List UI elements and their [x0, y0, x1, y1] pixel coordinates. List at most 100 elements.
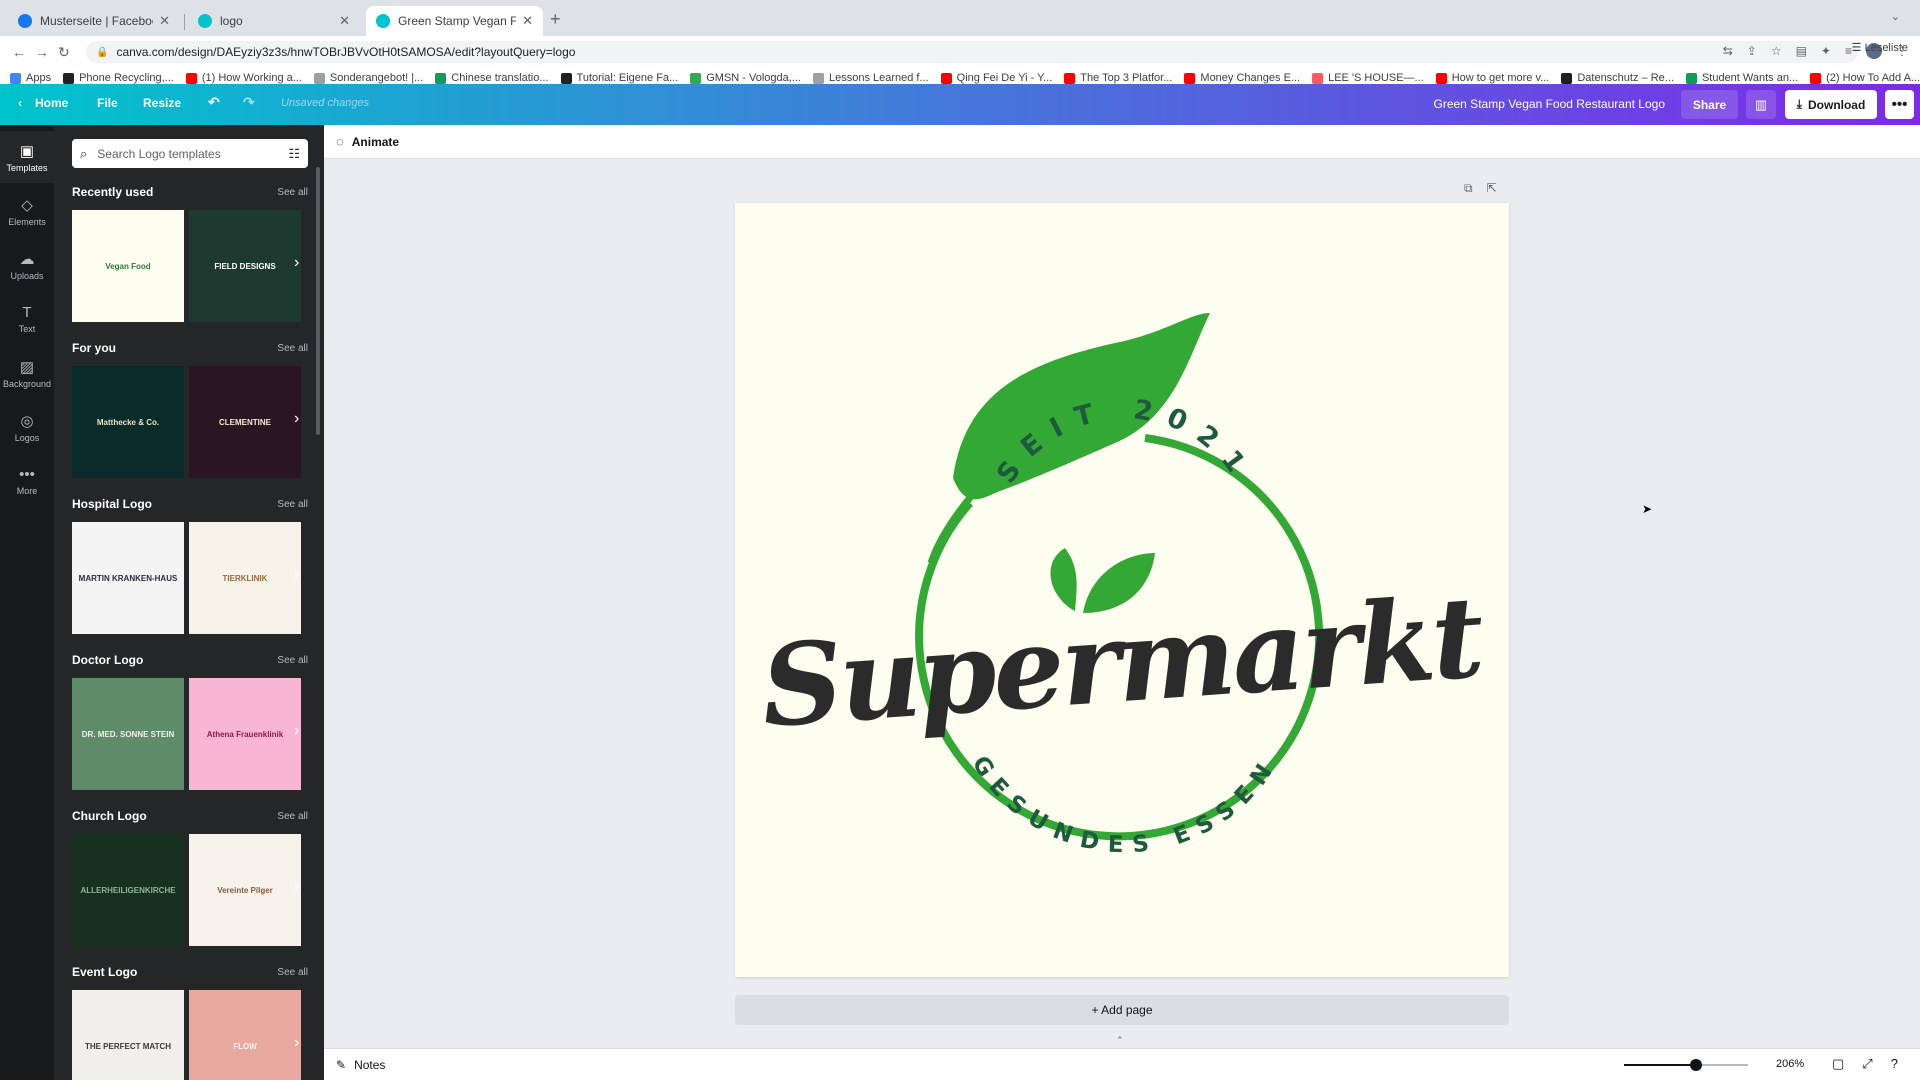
redo-icon[interactable]: ↷ [243, 94, 255, 111]
bookmark-item[interactable]: Phone Recycling,... [63, 72, 174, 84]
bookmark-item[interactable]: (1) How Working a... [185, 72, 302, 84]
rail-item-templates[interactable]: ▣ Templates [0, 131, 54, 183]
more-options-icon[interactable]: ••• [1885, 90, 1914, 119]
insights-chart-icon[interactable]: ▥ [1746, 90, 1776, 119]
file-menu-button[interactable]: File [97, 96, 118, 110]
next-chevron-icon[interactable]: › [294, 410, 299, 428]
animate-label: Animate [351, 134, 400, 149]
puzzle-icon[interactable]: ✦ [1821, 44, 1831, 58]
back-home-icon[interactable]: ‹ [18, 96, 22, 110]
browser-tab-green-stamp[interactable]: Green Stamp Vegan Food Rest ✕ [366, 6, 543, 36]
help-icon[interactable]: ? [1891, 1056, 1898, 1072]
search-icon: ⌕ [80, 145, 88, 161]
see-all-link[interactable]: See all [277, 655, 308, 666]
see-all-link[interactable]: See all [277, 499, 308, 510]
rail-item-elements[interactable]: ◇ Elements [0, 185, 54, 237]
template-thumbnail[interactable]: FLOW [189, 990, 301, 1080]
home-button[interactable]: Home [35, 96, 68, 110]
bookmark-item[interactable]: Tutorial: Eigene Fa... [560, 72, 678, 84]
bookmark-item[interactable]: GMSN - Vologda,... [690, 72, 801, 84]
url-text: canva.com/design/DAEyziy3z3s/hnwTOBrJBVv… [116, 45, 576, 59]
bookmark-item[interactable]: Lessons Learned f... [812, 72, 929, 84]
bookmark-item[interactable]: The Top 3 Platfor... [1064, 72, 1172, 84]
bookmark-item[interactable]: Datenschutz – Re... [1561, 72, 1674, 84]
zoom-level-value[interactable]: 206% [1776, 1058, 1804, 1070]
bookmark-favicon-icon [435, 72, 447, 84]
template-thumbnail[interactable]: CLEMENTINE [189, 366, 301, 478]
share-page-icon[interactable]: ⇪ [1747, 44, 1757, 58]
notes-button[interactable]: ✎ Notes [336, 1058, 385, 1072]
forward-icon[interactable]: → [35, 44, 49, 60]
address-bar[interactable]: 🔒 canva.com/design/DAEyziy3z3s/hnwTOBrJB… [86, 41, 1858, 63]
supermarkt-logo[interactable]: SEIT 2021 GESUNDES ESSEN Supermarkt [735, 203, 1509, 977]
export-page-icon[interactable]: ⇱ [1487, 181, 1497, 196]
download-icon: ⤓ [1796, 97, 1802, 111]
duplicate-page-icon[interactable]: ⧉ [1464, 181, 1473, 196]
close-tab-icon[interactable]: ✕ [339, 13, 350, 29]
see-all-link[interactable]: See all [277, 967, 308, 978]
extension-icon[interactable]: ▤ [1796, 44, 1807, 58]
template-thumbnail[interactable]: FIELD DESIGNS [189, 210, 301, 322]
document-title[interactable]: Green Stamp Vegan Food Restaurant Logo [1434, 97, 1666, 111]
template-thumbnail[interactable]: ALLERHEILIGENKIRCHE [72, 834, 184, 946]
fullscreen-icon[interactable]: ⤢ [1862, 1056, 1872, 1072]
rail-item-more[interactable]: ••• More [0, 455, 54, 507]
next-chevron-icon[interactable]: › [294, 1034, 299, 1052]
show-pages-chevron-icon[interactable]: ⌃ [1116, 1035, 1124, 1046]
bookmark-item[interactable]: (2) How To Add A... [1810, 72, 1920, 84]
close-tab-icon[interactable]: ✕ [522, 13, 533, 29]
template-thumbnail[interactable]: MARTIN KRANKEN-HAUS [72, 522, 184, 634]
translate-icon[interactable]: ⇆ [1723, 44, 1733, 58]
rail-item-uploads[interactable]: ☁ Uploads [0, 239, 54, 291]
back-icon[interactable]: ← [12, 44, 26, 60]
template-thumbnail[interactable]: THE PERFECT MATCH [72, 990, 184, 1080]
bookmark-item[interactable]: Student Wants an... [1685, 72, 1798, 84]
bookmark-item[interactable]: Chinese translatio... [435, 72, 549, 84]
next-chevron-icon[interactable]: › [294, 878, 299, 896]
undo-icon[interactable]: ↶ [208, 94, 220, 111]
next-chevron-icon[interactable]: › [294, 722, 299, 740]
bookmark-item[interactable]: How to get more v... [1435, 72, 1549, 84]
rail-item-logos[interactable]: ◎ Logos [0, 401, 54, 453]
bookmark-item[interactable]: Money Changes E... [1184, 72, 1300, 84]
bookmark-item[interactable]: LEE 'S HOUSE—... [1312, 72, 1424, 84]
tab-search-icon[interactable]: ⌄ [1891, 10, 1900, 23]
zoom-slider[interactable] [1624, 1059, 1748, 1071]
zoom-slider-handle[interactable] [1689, 1059, 1702, 1071]
bookmark-item[interactable]: Qing Fei De Yi - Y... [940, 72, 1052, 84]
see-all-link[interactable]: See all [277, 187, 308, 198]
bookmark-item[interactable]: Sonderangebot! |... [313, 72, 423, 84]
share-button[interactable]: Share [1681, 90, 1738, 119]
see-all-link[interactable]: See all [277, 343, 308, 354]
close-tab-icon[interactable]: ✕ [159, 13, 170, 29]
bookmark-star-icon[interactable]: ☆ [1771, 44, 1782, 58]
template-thumbnail[interactable]: Matthecke & Co. [72, 366, 184, 478]
add-page-button[interactable]: + Add page [735, 995, 1509, 1025]
template-thumbnail[interactable]: TIERKLINIK [189, 522, 301, 634]
panel-scrollbar[interactable] [316, 167, 320, 435]
browser-tab-logo[interactable]: logo ✕ [188, 6, 360, 36]
reload-icon[interactable]: ↻ [58, 44, 70, 61]
section-title: For you [72, 341, 116, 355]
resize-button[interactable]: Resize [143, 96, 181, 110]
rail-item-background[interactable]: ▨ Background [0, 347, 54, 399]
download-button[interactable]: ⤓ Download [1785, 90, 1877, 119]
template-thumbnail[interactable]: DR. MED. SONNE STEIN [72, 678, 184, 790]
reading-list[interactable]: ☰ Leseliste [1852, 41, 1908, 54]
rail-item-text[interactable]: T Text [0, 293, 54, 345]
see-all-link[interactable]: See all [277, 811, 308, 822]
bookmark-item[interactable]: Apps [10, 72, 51, 84]
new-tab-icon[interactable]: + [550, 9, 561, 30]
template-search-input[interactable]: ⌕ Search Logo templates ☷ [72, 139, 308, 168]
page-count-icon[interactable]: ▢ [1832, 1056, 1844, 1072]
browser-tab-facebook[interactable]: Musterseite | Facebook ✕ [8, 6, 180, 36]
template-section: Event Logo See all THE PERFECT MATCH FLOW › [72, 962, 308, 1080]
design-page[interactable]: SEIT 2021 GESUNDES ESSEN Supermarkt [735, 203, 1509, 977]
template-thumbnail[interactable]: Vereinte Pilger [189, 834, 301, 946]
filter-settings-icon[interactable]: ☷ [288, 146, 300, 162]
template-thumbnail[interactable]: Athena Frauenklinik [189, 678, 301, 790]
template-thumbnail[interactable]: Vegan Food [72, 210, 184, 322]
next-chevron-icon[interactable]: › [294, 566, 299, 584]
next-chevron-icon[interactable]: › [294, 254, 299, 272]
animate-button[interactable]: ◌ Animate [324, 125, 1920, 159]
